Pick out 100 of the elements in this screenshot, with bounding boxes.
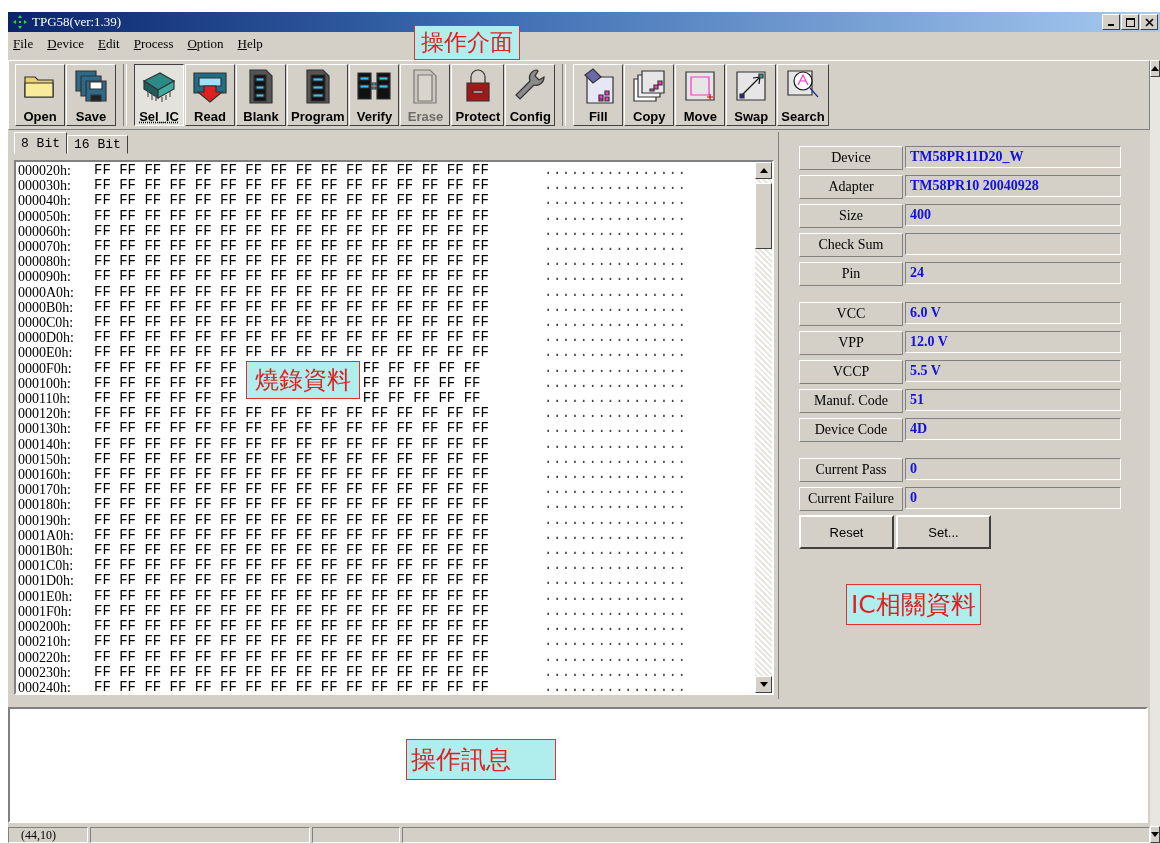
- scroll-down-button[interactable]: [1150, 826, 1160, 843]
- ascii-text: ................: [544, 178, 687, 194]
- hex-bytes-text: FF FF FF FF FF: [362, 391, 481, 407]
- info-label: Manuf. Code: [799, 389, 903, 413]
- window-title: TPG58(ver:1.39): [32, 14, 122, 30]
- hex-bytes-text: FF FF FF FF FF FF FF FF FF FF FF FF FF FF FF FF: [94, 482, 489, 498]
- toolbar-button[interactable]: Open: [15, 64, 65, 126]
- ascii-text: ................: [544, 330, 687, 346]
- ascii-text: ................: [544, 588, 687, 604]
- address-text: 000210h:: [18, 634, 72, 650]
- scroll-up-button[interactable]: [755, 162, 772, 179]
- toolbar-button[interactable]: Search: [777, 64, 829, 126]
- toolbar-button[interactable]: Read: [185, 64, 235, 126]
- status-position: (44,10): [8, 827, 88, 843]
- ascii-text: ................: [544, 223, 687, 239]
- ascii-text: ................: [544, 391, 687, 407]
- hex-bytes-text: FF FF FF FF FF FF FF FF FF FF FF FF FF FF FF FF: [94, 284, 489, 300]
- value-field: 0: [905, 458, 1121, 480]
- value-field: 5.5 V: [905, 360, 1121, 382]
- tab[interactable]: 16 Bit: [67, 135, 128, 154]
- ascii-text: ................: [544, 649, 687, 665]
- ascii-text: ................: [544, 451, 687, 468]
- hex-bytes-text: FF FF FF FF FF FF FF FF FF FF FF FF FF FF FF FF: [94, 223, 489, 239]
- info-label: Device: [799, 146, 903, 170]
- ascii-text: ................: [544, 421, 687, 437]
- value-field: TM58PR10 20040928: [905, 175, 1121, 197]
- toolbar-button[interactable]: Save: [66, 64, 116, 126]
- down-triangle-icon: [759, 682, 768, 687]
- address-text: 000240h:: [18, 679, 72, 693]
- maximize-button[interactable]: [1121, 14, 1139, 30]
- close-button[interactable]: [1140, 14, 1158, 30]
- toolbar-button[interactable]: Verify: [349, 64, 400, 126]
- hex-bytes-text: FF FF FF FF FF FF FF FF FF FF FF FF FF FF FF FF: [94, 193, 489, 209]
- info-label: Current Pass: [799, 458, 903, 482]
- menu-item[interactable]: Device: [46, 36, 86, 52]
- hex-bytes-text: FF FF FF FF FF FF FF FF FF FF FF FF FF FF FF FF: [94, 208, 489, 224]
- hex-bytes-text: FF FF FF FF FF FF FF FF FF FF FF FF FF FF FF FF: [94, 315, 489, 331]
- hex-bytes-text: FF FF FF FF FF FF FF FF FF FF FF FF FF FF FF FF: [94, 558, 489, 574]
- address-text: 0001C0h:: [18, 558, 75, 574]
- hex-bytes-text: FF FF FF FF FF FF FF FF FF FF FF FF FF FF FF FF: [94, 603, 489, 620]
- hex-bytes-text: FF FF FF FF FF FF FF FF FF FF FF FF FF FF FF FF: [94, 649, 489, 665]
- push-button[interactable]: Reset: [799, 515, 894, 549]
- ascii-text: ................: [544, 345, 687, 361]
- up-triangle-icon: [1151, 66, 1159, 71]
- menu-item[interactable]: Edit: [97, 36, 121, 52]
- ascii-text: ................: [544, 527, 687, 544]
- floppy-disks-icon: [72, 67, 110, 105]
- value-field: 24: [905, 262, 1121, 284]
- address-text: 000200h:: [18, 619, 72, 635]
- tab[interactable]: 8 Bit: [14, 132, 67, 154]
- info-label: VCC: [799, 302, 903, 326]
- address-text: 000030h:: [18, 178, 72, 194]
- toolbar-button[interactable]: Copy: [624, 64, 675, 126]
- toolbar-button[interactable]: Protect: [451, 64, 505, 126]
- address-text: 0001B0h:: [18, 543, 75, 559]
- value-field: 12.0 V: [905, 331, 1121, 353]
- info-label: Pin: [799, 262, 903, 286]
- scroll-down-button[interactable]: [755, 676, 772, 693]
- address-text: 000050h:: [18, 208, 72, 224]
- push-button[interactable]: Set...: [896, 515, 991, 549]
- menu-item[interactable]: Option: [186, 36, 225, 52]
- toolbar-button[interactable]: Sel_IC: [134, 64, 184, 126]
- ascii-text: ................: [544, 406, 687, 422]
- ascii-text: ................: [544, 239, 687, 255]
- value-field: 51: [905, 389, 1121, 411]
- toolbar-button[interactable]: Program: [287, 64, 349, 126]
- callout-label: IC相關資料: [846, 584, 981, 625]
- hex-bytes-text: FF FF FF FF FF FF FF FF FF FF FF FF FF FF FF FF: [94, 679, 489, 693]
- info-label: Current Failure: [799, 487, 903, 511]
- ascii-text: ................: [544, 543, 687, 559]
- ascii-text: ................: [544, 254, 687, 270]
- hex-bytes-text: FF FF FF FF FF FF FF FF FF FF FF FF FF FF FF FF: [94, 178, 489, 194]
- info-label: Adapter: [799, 175, 903, 199]
- address-text: 0001A0h:: [18, 527, 75, 544]
- scrollbar[interactable]: [755, 162, 772, 693]
- hex-bytes-text: FF FF FF FF FF FF FF FF FF FF FF FF FF FF FF FF: [94, 634, 489, 650]
- ascii-text: ................: [544, 679, 687, 693]
- scroll-thumb[interactable]: [755, 183, 772, 249]
- menu-item[interactable]: File: [12, 36, 35, 52]
- ascii-text: ................: [544, 284, 687, 300]
- toolbar-button[interactable]: Blank: [236, 64, 286, 126]
- address-text: 0000B0h:: [18, 299, 75, 316]
- address-text: 0001F0h:: [18, 603, 73, 620]
- ascii-text: ................: [544, 573, 687, 589]
- toolbar-button[interactable]: Fill: [573, 64, 624, 126]
- menu-item[interactable]: Process: [132, 36, 175, 52]
- ascii-text: ................: [544, 634, 687, 650]
- toolbar-button[interactable]: Swap: [726, 64, 777, 126]
- hex-bytes-text: FF FF FF FF FF FF FF FF FF FF FF FF FF FF FF FF: [94, 254, 489, 270]
- toolbar-button[interactable]: Config: [505, 64, 556, 126]
- address-text: 0001E0h:: [18, 588, 74, 604]
- toolbar-button[interactable]: Move: [675, 64, 726, 126]
- page-scrollbar[interactable]: [1150, 60, 1160, 843]
- info-label: VCCP: [799, 360, 903, 384]
- scroll-up-button[interactable]: [1150, 60, 1160, 77]
- hex-bytes-text: FF FF FF FF FF: [362, 360, 481, 376]
- ascii-text: ................: [544, 269, 687, 285]
- hex-bytes-text: FF FF FF FF FF FF FF FF FF FF FF FF FF FF FF FF: [94, 543, 489, 559]
- minimize-button[interactable]: [1102, 14, 1120, 30]
- menu-item[interactable]: Help: [236, 36, 264, 52]
